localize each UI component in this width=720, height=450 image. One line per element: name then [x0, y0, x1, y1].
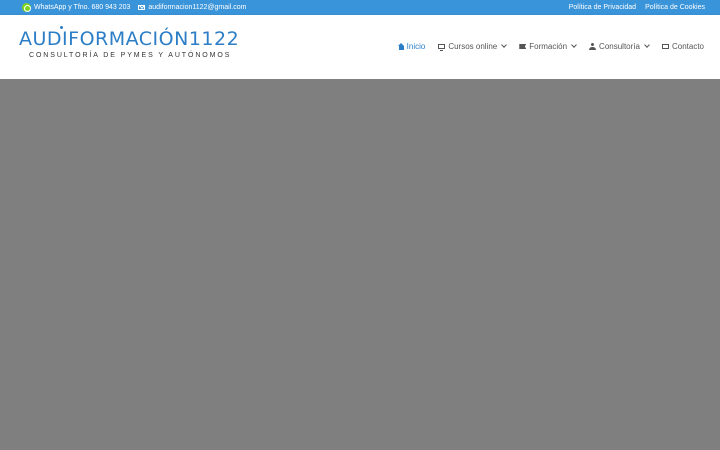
whatsapp-icon	[22, 3, 31, 12]
legal-links: Política de Privacidad Política de Cooki…	[560, 0, 705, 15]
email-item[interactable]: audiformacion1122@gmail.com	[138, 4, 246, 11]
home-icon	[397, 43, 404, 50]
nav-item-label: Inicio	[406, 42, 426, 51]
mail-icon	[661, 44, 669, 49]
site-logo[interactable]: AUDIFORMACIÓN1122 CONSULTORÍA DE PYMES Y…	[19, 26, 240, 59]
nav-item-cursos-online[interactable]: Cursos online	[438, 42, 508, 51]
logo-tagline: CONSULTORÍA DE PYMES Y AUTÓNOMOS	[29, 52, 232, 59]
logo-name: AUDIFORMACIÓN1122	[19, 26, 240, 50]
cookies-policy-link[interactable]: Política de Cookies	[645, 4, 705, 11]
nav-item-consultoria[interactable]: Consultoría	[589, 42, 650, 51]
chevron-down-icon	[501, 42, 508, 48]
chevron-down-icon	[571, 42, 577, 48]
nav-item-inicio[interactable]: Inicio	[397, 42, 426, 51]
privacy-policy-link[interactable]: Política de Privacidad	[569, 4, 636, 11]
phone-text: WhatsApp y Tfno. 680 943 203	[34, 4, 131, 11]
hero-section	[0, 79, 720, 450]
envelope-icon	[138, 5, 146, 10]
nav-item-formacion[interactable]: Formación	[519, 42, 577, 51]
user-icon	[589, 43, 597, 50]
main-nav: Inicio Cursos online Formación Consultor…	[385, 42, 704, 51]
contact-info: WhatsApp y Tfno. 680 943 203 audiformaci…	[22, 0, 254, 15]
site-header: AUDIFORMACIÓN1122 CONSULTORÍA DE PYMES Y…	[0, 15, 720, 79]
nav-item-contacto[interactable]: Contacto	[661, 42, 704, 51]
logo-dot-icon	[60, 26, 63, 29]
email-text: audiformacion1122@gmail.com	[148, 4, 247, 11]
nav-item-label: Cursos online	[448, 42, 498, 51]
flag-icon	[519, 44, 527, 49]
top-bar: WhatsApp y Tfno. 680 943 203 audiformaci…	[0, 0, 720, 15]
monitor-icon	[438, 44, 446, 51]
nav-item-label: Contacto	[671, 42, 704, 51]
chevron-down-icon	[644, 42, 650, 48]
phone-item[interactable]: WhatsApp y Tfno. 680 943 203	[22, 3, 130, 12]
nav-item-label: Formación	[529, 42, 568, 51]
nav-item-label: Consultoría	[599, 42, 640, 51]
